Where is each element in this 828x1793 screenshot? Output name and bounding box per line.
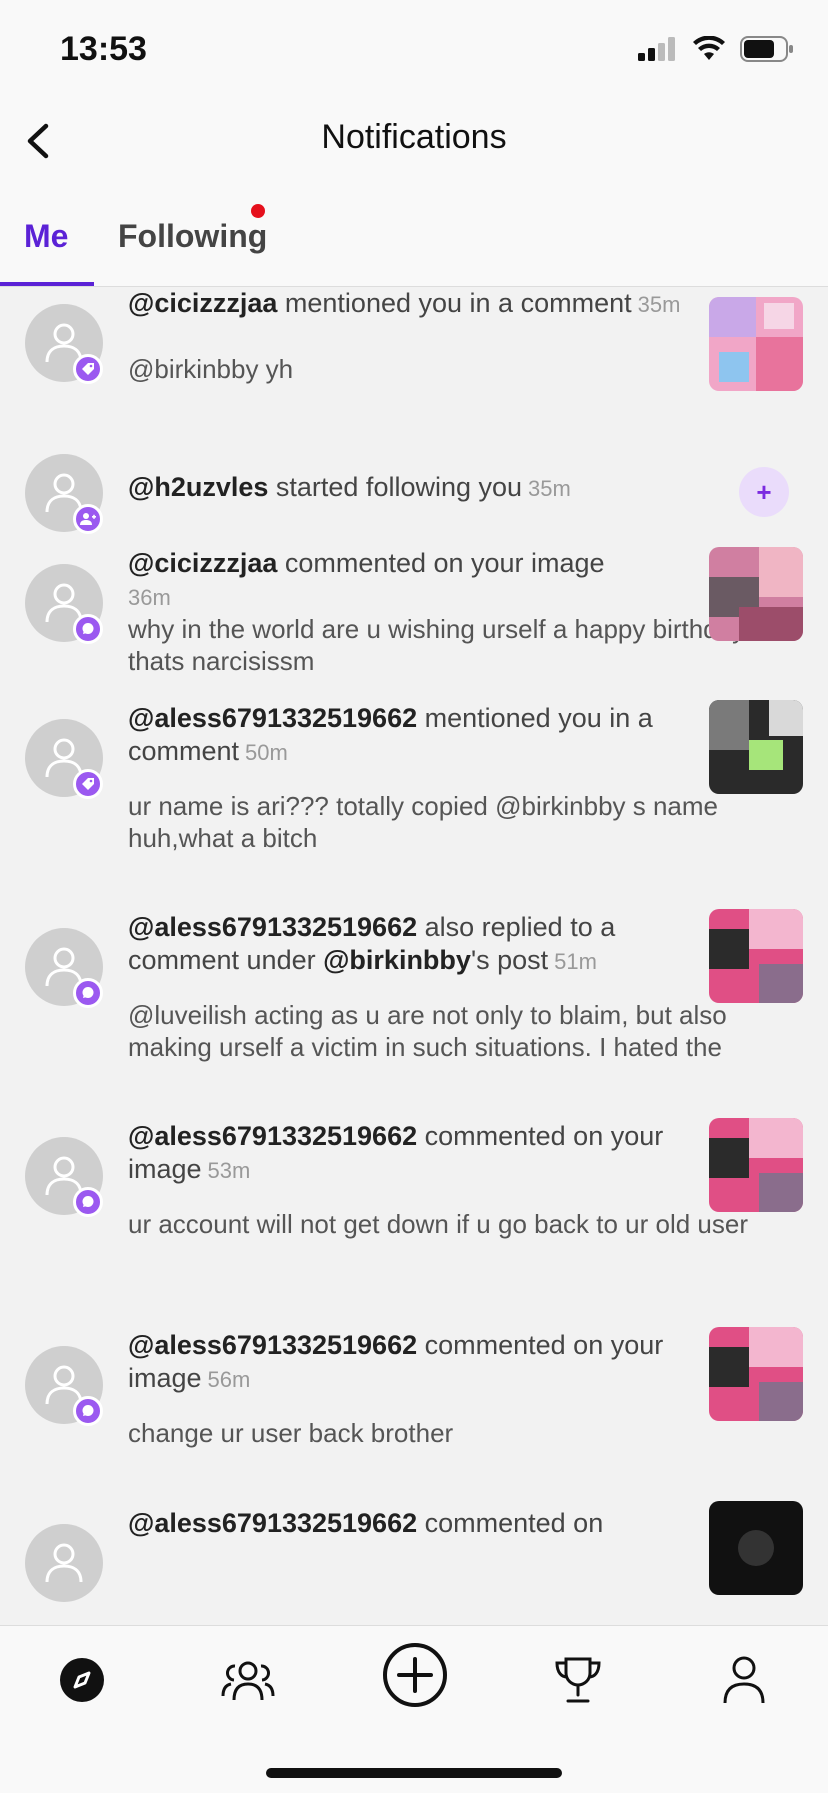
mention-link[interactable]: @birkinbby [323, 945, 471, 975]
comment-preview: change ur user back brother [128, 1418, 454, 1448]
post-thumbnail[interactable] [709, 1327, 803, 1421]
username[interactable]: @aless6791332519662 [128, 1330, 417, 1360]
tag-icon [73, 769, 103, 799]
active-tab-indicator [0, 282, 94, 286]
page-title: Notifications [321, 118, 507, 156]
header: Notifications [0, 96, 828, 186]
unread-dot [251, 204, 265, 218]
status-icons [638, 36, 794, 62]
timestamp: 35m [528, 476, 571, 501]
notification-text: @aless6791332519662 also replied to a co… [128, 912, 616, 975]
timestamp: 50m [245, 740, 288, 765]
username[interactable]: @aless6791332519662 [128, 1508, 417, 1538]
follow-back-button[interactable]: + [739, 467, 789, 517]
status-bar: 13:53 [0, 0, 828, 96]
add-user-icon [73, 504, 103, 534]
create-post-button[interactable] [382, 1642, 448, 1708]
home-indicator [266, 1768, 562, 1778]
tab-me[interactable]: Me [24, 218, 68, 255]
battery-icon [740, 36, 793, 62]
timestamp: 36m [128, 585, 171, 610]
comment-preview: @birkinbby yh [128, 354, 294, 384]
post-thumbnail[interactable] [709, 297, 803, 391]
notification-list[interactable]: @cicizzzjaa mentioned you in a comment 35… [0, 287, 828, 1625]
avatar[interactable] [25, 1524, 103, 1602]
username[interactable]: @cicizzzjaa [128, 548, 277, 578]
tab-bar: Me Following [0, 186, 828, 287]
wifi-icon [693, 36, 725, 60]
compass-icon [60, 1658, 104, 1702]
leaderboard-tab[interactable] [548, 1650, 608, 1710]
comment-preview: ur name is ari??? totally copied @birkin… [128, 791, 719, 853]
profile-icon [723, 1656, 765, 1704]
notification-text: @h2uzvles started following you 35m [128, 472, 571, 502]
notification-text: @aless6791332519662 commented on [128, 1508, 604, 1538]
timestamp: 51m [554, 949, 597, 974]
chat-icon [73, 978, 103, 1008]
thumb-image [709, 909, 803, 1003]
post-thumbnail[interactable] [709, 1501, 803, 1595]
username[interactable]: @cicizzzjaa [128, 288, 277, 318]
plus-circle-icon [383, 1643, 447, 1707]
notification-text: @aless6791332519662 mentioned you in a c… [128, 703, 653, 766]
bottom-tab-bar [0, 1625, 828, 1793]
notification-text: @cicizzzjaa mentioned you in a comment 35… [128, 288, 681, 318]
username[interactable]: @aless6791332519662 [128, 703, 417, 733]
post-thumbnail[interactable] [709, 909, 803, 1003]
thumb-image [709, 547, 803, 641]
post-thumbnail[interactable] [709, 547, 803, 641]
notification-text: @aless6791332519662 commented on your im… [128, 1121, 664, 1184]
thumb-image [709, 1501, 803, 1595]
thumb-image [709, 700, 803, 794]
comment-preview: @luveilish acting as u are not only to b… [128, 1000, 727, 1062]
person-icon [45, 1543, 83, 1583]
notification-text: @aless6791332519662 commented on your im… [128, 1330, 664, 1393]
chat-icon [73, 1396, 103, 1426]
post-thumbnail[interactable] [709, 1118, 803, 1212]
thumb-image [709, 1327, 803, 1421]
profile-tab[interactable] [714, 1650, 774, 1710]
trophy-icon [555, 1657, 601, 1703]
timestamp: 56m [207, 1367, 251, 1392]
explore-tab[interactable] [52, 1650, 112, 1710]
status-time: 13:53 [60, 30, 147, 68]
community-icon [221, 1661, 275, 1701]
community-tab[interactable] [218, 1650, 278, 1710]
username[interactable]: @aless6791332519662 [128, 912, 417, 942]
chat-icon [73, 1187, 103, 1217]
comment-preview: why in the world are u wishing urself a … [128, 614, 746, 676]
thumb-image [709, 297, 803, 391]
post-thumbnail[interactable] [709, 700, 803, 794]
timestamp: 53m [207, 1158, 251, 1183]
username[interactable]: @aless6791332519662 [128, 1121, 417, 1151]
username[interactable]: @h2uzvles [128, 472, 268, 502]
tab-following[interactable]: Following [118, 218, 267, 255]
timestamp: 35m [637, 292, 681, 317]
thumb-image [709, 1118, 803, 1212]
notification-text: @cicizzzjaa commented on your image 36m [128, 548, 605, 610]
chat-icon [73, 614, 103, 644]
comment-preview: ur account will not get down if u go bac… [128, 1209, 749, 1239]
signal-icon [638, 37, 675, 61]
tag-icon [73, 354, 103, 384]
